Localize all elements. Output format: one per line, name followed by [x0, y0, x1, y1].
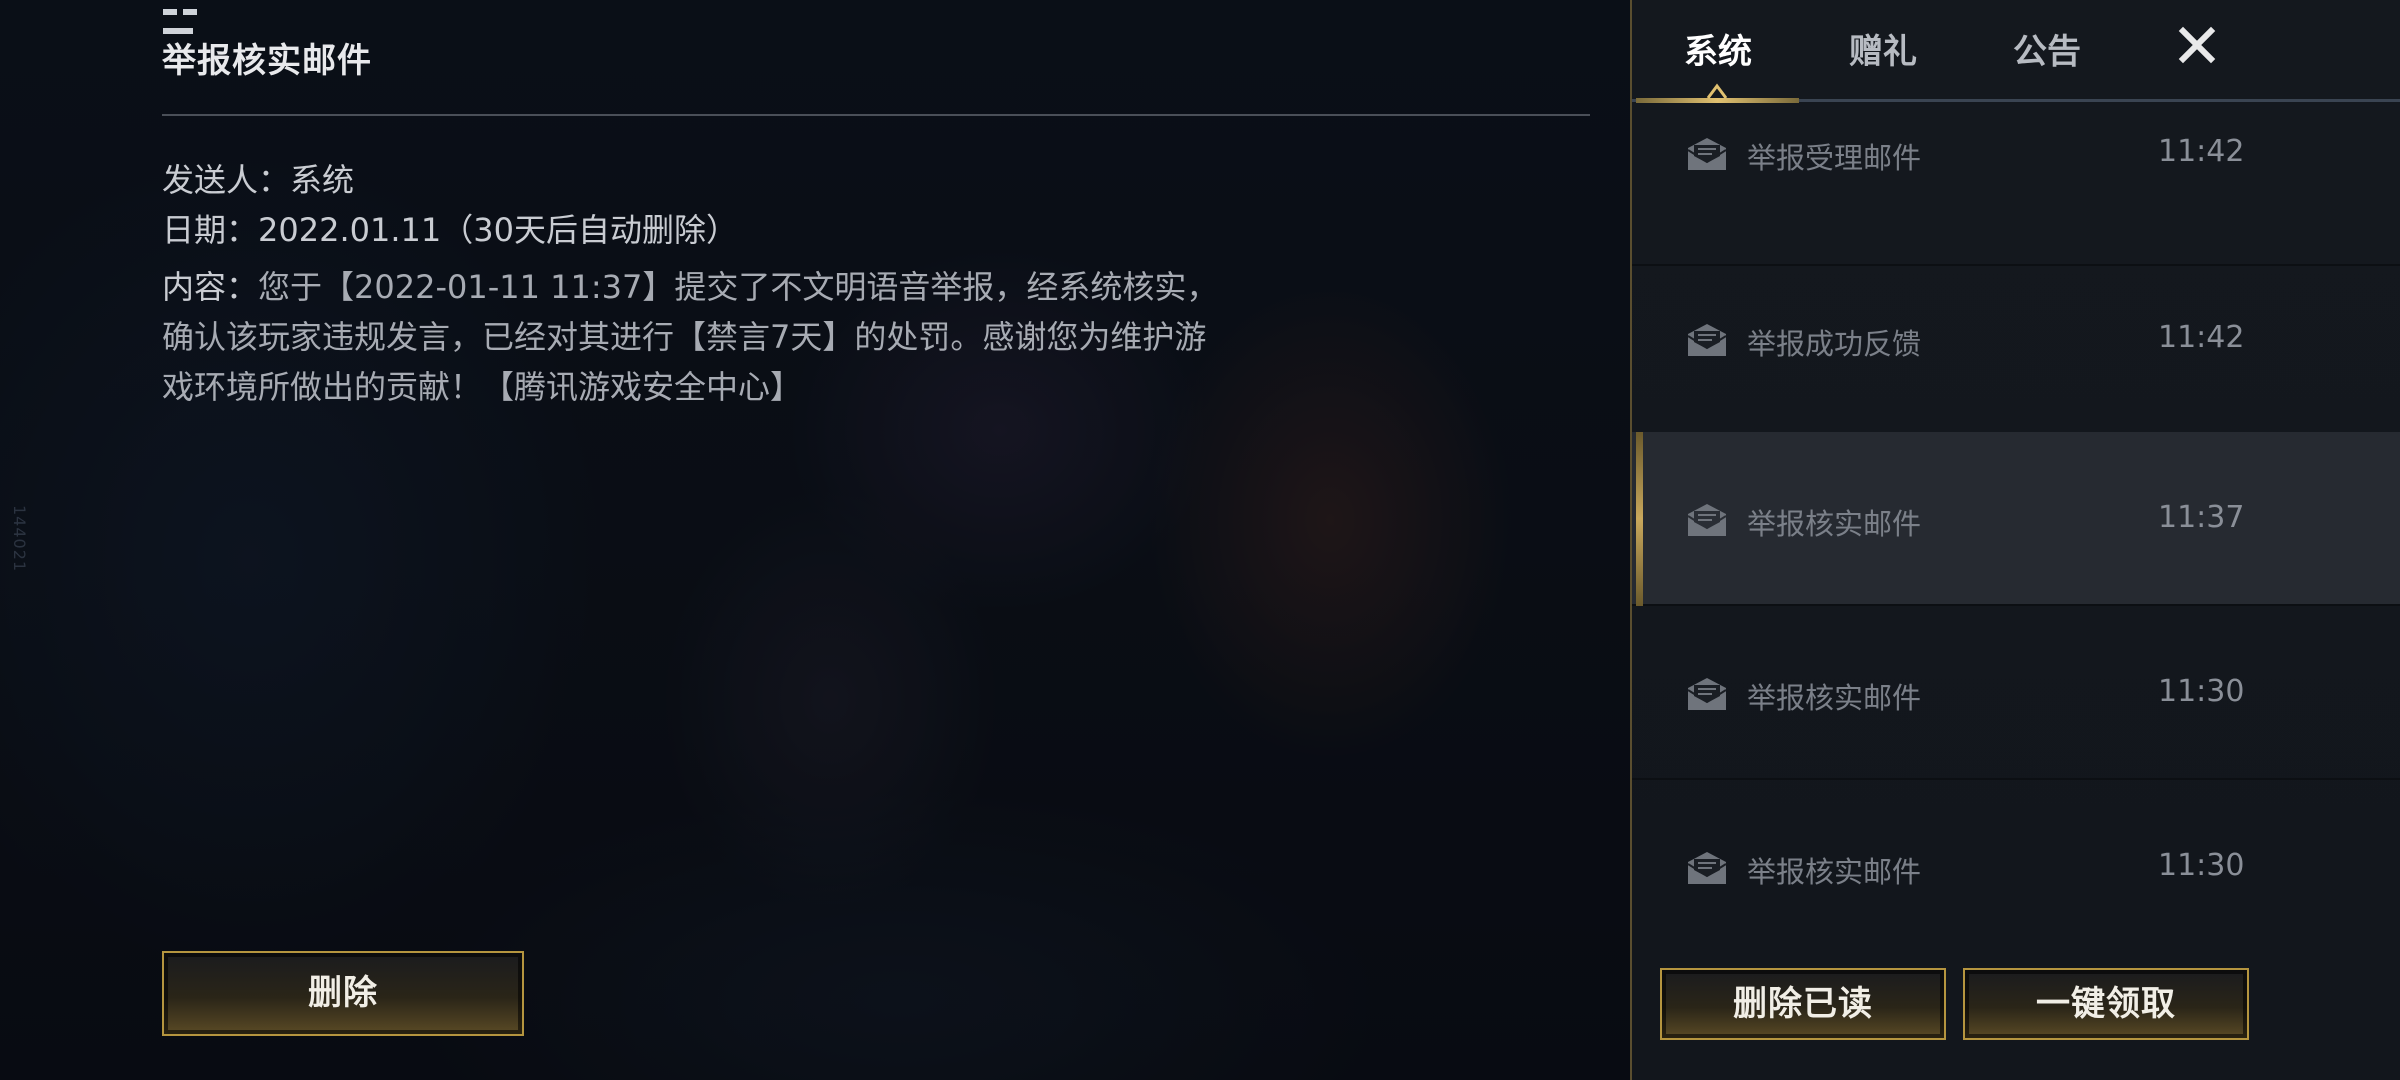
mail-detail-title: 举报核实邮件: [162, 41, 372, 81]
mail-title: 举报受理邮件: [1747, 141, 1922, 175]
envelope-open-icon: [1687, 138, 1727, 170]
envelope-open-icon: [1687, 324, 1727, 356]
tab-gift[interactable]: 赠礼: [1849, 24, 1917, 73]
mail-title: 举报核实邮件: [1747, 855, 1922, 889]
date-value: 2022.01.11（30天后自动删除）: [258, 211, 738, 249]
mail-title: 举报核实邮件: [1747, 507, 1922, 541]
mail-content: 内容：您于【2022-01-11 11:37】提交了不文明语音举报，经系统核实，…: [162, 262, 1237, 412]
delete-read-button[interactable]: 删除已读: [1660, 968, 1946, 1040]
sender-label: 发送人：: [162, 161, 291, 199]
close-icon[interactable]: [2176, 24, 2218, 66]
mail-list-item[interactable]: 举报成功反馈 11:42: [1632, 266, 2400, 440]
mail-list-item-selected[interactable]: 举报核实邮件 11:37: [1632, 432, 2400, 606]
mail-detail: 举报核实邮件 发送人：系统 日期：2022.01.11（30天后自动删除） 内容…: [162, 0, 1592, 1080]
claim-all-button[interactable]: 一键领取: [1963, 968, 2249, 1040]
envelope-open-icon: [1687, 852, 1727, 884]
mail-time: 11:42: [2158, 320, 2245, 355]
mail-date: 日期：2022.01.11（30天后自动删除）: [162, 205, 738, 251]
delete-button[interactable]: 删除: [162, 951, 524, 1036]
date-label: 日期：: [162, 211, 259, 249]
tab-system[interactable]: 系统: [1684, 24, 1752, 73]
mail-list-item[interactable]: 举报核实邮件 11:30: [1632, 780, 2400, 932]
mail-time: 11:30: [2158, 848, 2245, 883]
tab-notice[interactable]: 公告: [2013, 24, 2081, 73]
mail-time: 11:30: [2158, 674, 2245, 709]
tab-caret-icon: [1706, 83, 1728, 99]
sender-value: 系统: [290, 161, 355, 199]
mail-time: 11:37: [2158, 500, 2245, 535]
envelope-open-icon: [1687, 678, 1727, 710]
mail-tabs: 系统 赠礼 公告: [1632, 0, 2400, 103]
envelope-open-icon: [1687, 504, 1727, 536]
mail-panel: 系统 赠礼 公告 举报受理邮件 11:42 举报成功反馈 11:42 举报核实邮…: [1630, 0, 2400, 1080]
content-text: 您于【2022-01-11 11:37】提交了不文明语音举报，经系统核实，确认该…: [162, 268, 1219, 406]
mail-list: 举报受理邮件 11:42 举报成功反馈 11:42 举报核实邮件 11:37 举…: [1632, 102, 2400, 932]
divider: [162, 114, 1590, 116]
content-label: 内容：: [162, 268, 259, 306]
side-id-text: 144021: [10, 505, 29, 573]
mail-title: 举报核实邮件: [1747, 681, 1922, 715]
mail-list-item[interactable]: 举报受理邮件 11:42: [1632, 102, 2400, 266]
mail-sender: 发送人：系统: [162, 155, 354, 201]
mail-time: 11:42: [2158, 134, 2245, 169]
mail-list-item[interactable]: 举报核实邮件 11:30: [1632, 606, 2400, 780]
mail-title: 举报成功反馈: [1747, 327, 1922, 361]
selected-indicator: [1636, 432, 1643, 606]
